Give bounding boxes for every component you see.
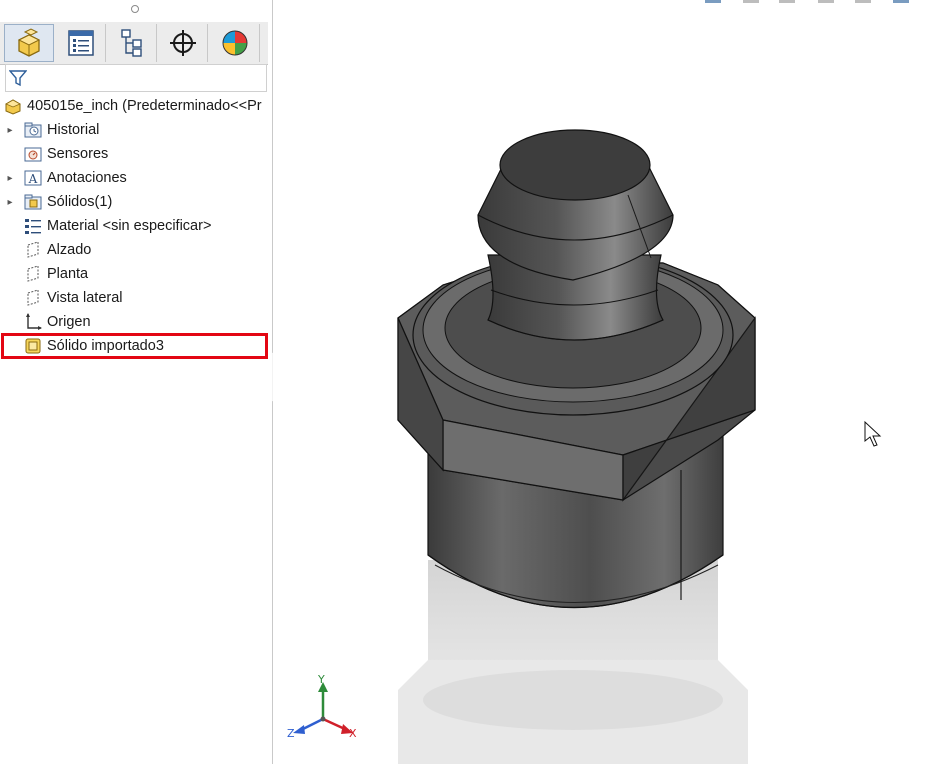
origin-icon	[26, 313, 42, 330]
solid-bodies-icon	[24, 194, 42, 210]
tree-item-label: Anotaciones	[47, 170, 127, 186]
svg-text:A: A	[28, 172, 38, 186]
triad-x-label: X	[349, 727, 357, 740]
tab-display-manager[interactable]	[210, 24, 260, 62]
plane-icon	[27, 241, 39, 258]
graphics-viewport[interactable]: Y X Z	[273, 0, 951, 764]
plane-icon	[27, 289, 39, 306]
tree-item-label: Sensores	[47, 146, 109, 162]
expand-caret-icon[interactable]: ▸	[6, 118, 14, 142]
tree-item-label: Vista lateral	[47, 290, 123, 306]
property-manager-icon	[67, 30, 94, 56]
filter-icon[interactable]	[9, 69, 27, 87]
plane-icon	[27, 265, 39, 282]
tree-item-alzado[interactable]: Alzado	[24, 238, 91, 262]
tree-filter-input[interactable]	[5, 64, 267, 92]
tree-item-historial[interactable]: ▸ Historial	[6, 118, 99, 142]
tree-item-solidos[interactable]: ▸ Sólidos(1)	[6, 190, 112, 214]
selection-highlight-box	[1, 333, 268, 359]
tree-root-part[interactable]: 405015e_inch (Predeterminado<<Pr	[4, 94, 262, 118]
model-3d-view[interactable]	[273, 0, 951, 764]
expand-caret-icon[interactable]: ▸	[6, 190, 14, 214]
configuration-manager-icon	[120, 29, 142, 57]
tree-item-anotaciones[interactable]: ▸ A Anotaciones	[6, 166, 127, 190]
dimxpert-manager-icon	[169, 30, 196, 56]
annotations-icon: A	[24, 170, 42, 186]
manager-tabbar	[0, 22, 268, 65]
triad-y-label: Y	[318, 673, 325, 686]
part-icon	[5, 99, 21, 115]
panel-resize-grip[interactable]	[131, 5, 139, 13]
triad-z-label: Z	[287, 727, 295, 740]
tree-item-sensores[interactable]: Sensores	[24, 142, 108, 166]
mouse-cursor-icon	[864, 420, 882, 447]
material-icon	[25, 219, 41, 234]
tree-item-label: Planta	[47, 266, 89, 282]
tree-item-label: Origen	[47, 314, 91, 330]
history-folder-icon	[24, 122, 42, 138]
display-manager-icon	[222, 30, 247, 56]
tree-item-label: Historial	[47, 122, 100, 138]
tab-property-manager[interactable]	[56, 24, 106, 62]
tree-item-label: Material <sin especificar>	[47, 218, 212, 234]
sensors-icon	[24, 147, 42, 162]
tab-configuration-manager[interactable]	[107, 24, 157, 62]
tree-item-vista-lateral[interactable]: Vista lateral	[24, 286, 123, 310]
tree-item-origen[interactable]: Origen	[24, 310, 91, 334]
feature-manager-panel: 405015e_inch (Predeterminado<<Pr ▸ Histo…	[0, 0, 273, 764]
reference-triad	[293, 682, 353, 734]
tree-item-label: Alzado	[47, 242, 92, 258]
tab-dimxpert-manager[interactable]	[158, 24, 208, 62]
part-feature-manager-icon	[17, 28, 41, 57]
tree-item-planta[interactable]: Planta	[24, 262, 88, 286]
expand-caret-icon[interactable]: ▸	[6, 166, 14, 190]
tree-item-label: Sólidos(1)	[47, 194, 113, 210]
tree-root-label: 405015e_inch (Predeterminado<<Pr	[27, 98, 262, 114]
tree-item-material[interactable]: Material <sin especificar>	[24, 214, 211, 238]
tab-feature-manager[interactable]	[4, 24, 54, 62]
